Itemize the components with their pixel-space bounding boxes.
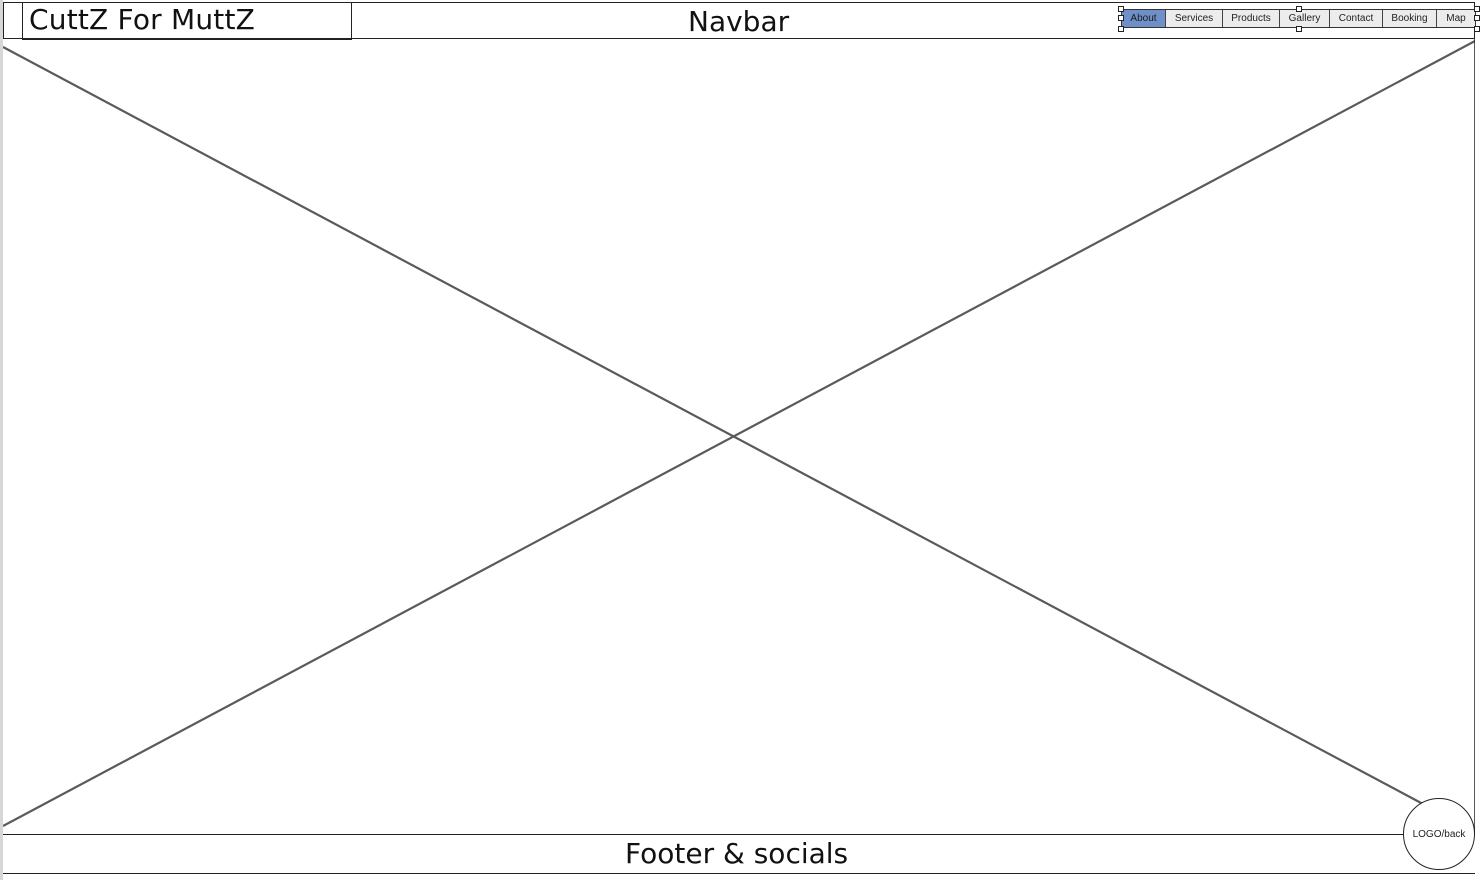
brand-name: CuttZ For MuttZ [29,3,256,36]
nav-tab-products[interactable]: Products [1223,10,1280,27]
selection-handle[interactable] [1474,26,1480,32]
hero-image-placeholder [3,39,1475,834]
placeholder-cross-line [3,40,1475,827]
nav-tab-map[interactable]: Map [1437,10,1475,27]
footer: Footer & socials [3,834,1475,874]
selection-handle[interactable] [1118,26,1124,32]
selection-handle[interactable] [1474,6,1480,12]
nav-tab-about[interactable]: About [1122,10,1166,27]
nav-tab-services[interactable]: Services [1166,10,1223,27]
nav-tab-booking[interactable]: Booking [1383,10,1437,27]
logo-back-button[interactable]: LOGO/back [1403,798,1475,870]
brand-logo-box[interactable]: CuttZ For MuttZ [22,2,352,40]
selection-handle[interactable] [1474,15,1480,21]
footer-text: Footer & socials [625,837,849,870]
placeholder-cross-line [3,46,1424,805]
logo-back-label: LOGO/back [1412,828,1466,840]
image-placeholder-icon [3,39,1475,834]
selection-handle[interactable] [1296,6,1302,12]
nav-tab-contact[interactable]: Contact [1330,10,1383,27]
selection-handle[interactable] [1118,6,1124,12]
navbar-title: Navbar [688,5,790,38]
selection-handle[interactable] [1118,15,1124,21]
selection-handle[interactable] [1296,26,1302,32]
nav-tab-gallery[interactable]: Gallery [1280,10,1330,27]
